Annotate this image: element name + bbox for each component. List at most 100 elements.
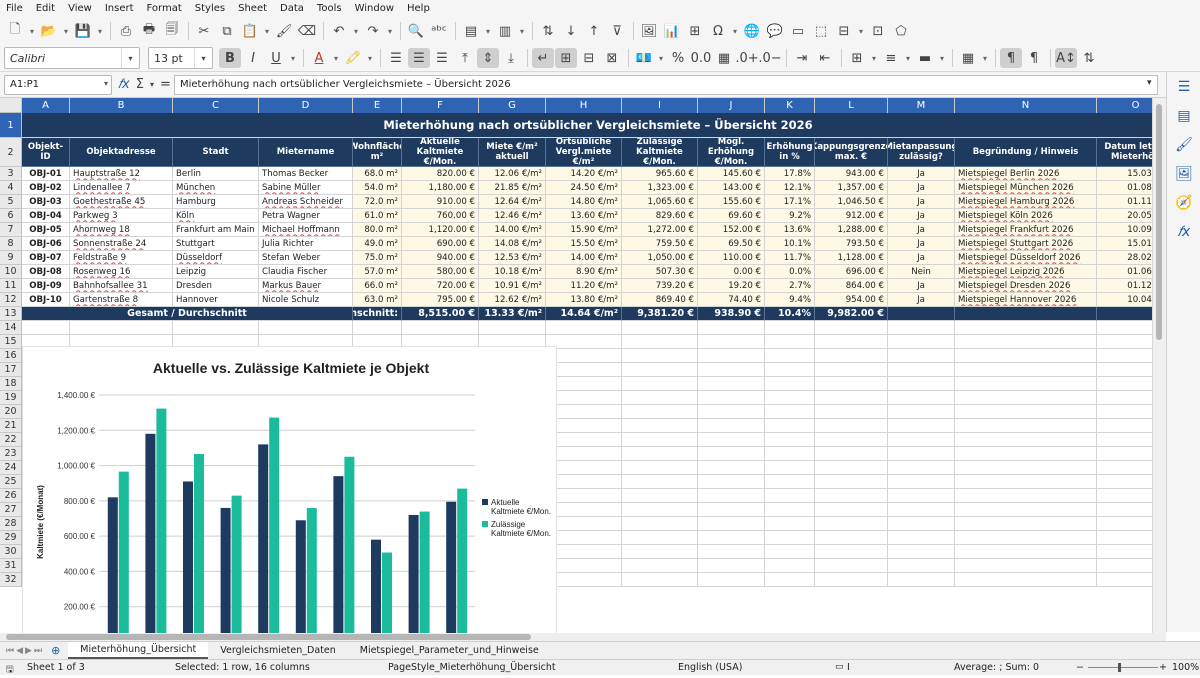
menu-item-insert[interactable]: Insert	[105, 3, 134, 14]
data-cell[interactable]: 110.00 €	[698, 251, 765, 265]
data-cell[interactable]: 72.0 m²	[353, 195, 402, 209]
data-cell[interactable]: Mietspiegel Berlin 2026	[955, 167, 1097, 181]
empty-cell[interactable]	[815, 517, 888, 531]
column-header-l[interactable]: L	[815, 98, 888, 113]
data-cell[interactable]: Ahornweg 18	[70, 223, 173, 237]
data-cell[interactable]: 15.01.202	[1097, 237, 1152, 251]
data-cell[interactable]: 10.04.202	[1097, 293, 1152, 307]
data-cell[interactable]: OBJ-02	[22, 181, 70, 195]
empty-cell[interactable]	[955, 447, 1097, 461]
row-header-8[interactable]: 8	[0, 237, 22, 251]
data-cell[interactable]: Ja	[888, 195, 955, 209]
empty-cell[interactable]	[622, 419, 698, 433]
horizontal-scrollbar[interactable]	[0, 633, 1166, 641]
data-cell[interactable]: Leipzig	[173, 265, 259, 279]
empty-cell[interactable]	[815, 363, 888, 377]
empty-cell[interactable]	[1097, 545, 1152, 559]
column-header-d[interactable]: D	[259, 98, 353, 113]
row-header-17[interactable]: 17	[0, 363, 22, 377]
data-cell[interactable]: 01.12.202	[1097, 279, 1152, 293]
empty-cell[interactable]	[765, 531, 815, 545]
row-header-21[interactable]: 21	[0, 419, 22, 433]
empty-cell[interactable]	[1097, 475, 1152, 489]
column-header-o[interactable]: O	[1097, 98, 1152, 113]
data-cell[interactable]: Mietspiegel Leipzig 2026	[955, 265, 1097, 279]
data-cell[interactable]: 28.02.202	[1097, 251, 1152, 265]
data-cell[interactable]: 13.60 €/m²	[546, 209, 622, 223]
data-cell[interactable]: Parkweg 3	[70, 209, 173, 223]
sheet-title[interactable]: Mieterhöhung nach ortsüblicher Vergleich…	[22, 113, 1152, 138]
data-cell[interactable]: 1,357.00 €	[815, 181, 888, 195]
data-cell[interactable]: 17.1%	[765, 195, 815, 209]
column-header-a[interactable]: A	[22, 98, 70, 113]
data-cell[interactable]: 864.00 €	[815, 279, 888, 293]
empty-cell[interactable]	[622, 391, 698, 405]
data-cell[interactable]: Ja	[888, 293, 955, 307]
totals-cell[interactable]: 938.90 €	[698, 307, 765, 321]
data-cell[interactable]: Mietspiegel Hamburg 2026	[955, 195, 1097, 209]
column-header-k[interactable]: K	[765, 98, 815, 113]
row-header-26[interactable]: 26	[0, 489, 22, 503]
empty-cell[interactable]	[622, 461, 698, 475]
empty-cell[interactable]	[622, 531, 698, 545]
header-cell[interactable]: Zulässige Kaltmiete €/Mon.	[622, 138, 698, 167]
data-cell[interactable]: 54.0 m²	[353, 181, 402, 195]
data-cell[interactable]: 21.85 €/m²	[479, 181, 546, 195]
data-cell[interactable]: 739.20 €	[622, 279, 698, 293]
empty-cell[interactable]	[1097, 433, 1152, 447]
empty-cell[interactable]	[765, 349, 815, 363]
left-to-right-icon[interactable]: ¶	[1000, 48, 1022, 68]
empty-cell[interactable]	[1097, 489, 1152, 503]
special-character-dropdown-icon[interactable]: ▾	[730, 21, 740, 41]
zoom-in-icon[interactable]: +	[1159, 662, 1167, 673]
redo-dropdown-icon[interactable]: ▾	[385, 21, 395, 41]
row-header-27[interactable]: 27	[0, 503, 22, 517]
split-window-icon[interactable]: ⊡	[867, 21, 889, 41]
menu-item-tools[interactable]: Tools	[317, 3, 342, 14]
menu-item-edit[interactable]: Edit	[36, 3, 55, 14]
empty-cell[interactable]	[22, 321, 70, 335]
gallery-icon[interactable]: 🖼	[1167, 159, 1200, 188]
row-header-11[interactable]: 11	[0, 279, 22, 293]
data-cell[interactable]: OBJ-09	[22, 279, 70, 293]
data-cell[interactable]: 49.0 m²	[353, 237, 402, 251]
empty-cell[interactable]	[1097, 531, 1152, 545]
tab-mietspiegel-parameter[interactable]: Mietspiegel_Parameter_und_Hinweise	[348, 642, 551, 659]
empty-cell[interactable]	[955, 419, 1097, 433]
empty-cell[interactable]	[888, 531, 955, 545]
new-document-icon[interactable]: 🗋	[4, 21, 26, 41]
empty-cell[interactable]	[888, 433, 955, 447]
data-cell[interactable]: 795.00 €	[402, 293, 479, 307]
header-cell[interactable]: Stadt	[173, 138, 259, 167]
data-cell[interactable]: Ja	[888, 181, 955, 195]
zoom-out-icon[interactable]: −	[1076, 662, 1084, 673]
column-header-b[interactable]: B	[70, 98, 173, 113]
borders-dropdown-icon[interactable]: ▾	[869, 48, 879, 68]
data-cell[interactable]: Dresden	[173, 279, 259, 293]
data-cell[interactable]: Frankfurt am Main	[173, 223, 259, 237]
empty-cell[interactable]	[955, 545, 1097, 559]
menu-item-data[interactable]: Data	[280, 3, 304, 14]
data-cell[interactable]: 01.11.202	[1097, 195, 1152, 209]
empty-cell[interactable]	[765, 335, 815, 349]
header-cell[interactable]: Wohnfläche m²	[353, 138, 402, 167]
data-cell[interactable]: 11.7%	[765, 251, 815, 265]
empty-cell[interactable]	[815, 545, 888, 559]
menu-item-file[interactable]: File	[6, 3, 23, 14]
conditional-format-icon[interactable]: ▦	[957, 48, 979, 68]
empty-cell[interactable]	[698, 405, 765, 419]
currency-format-icon[interactable]: 💶	[633, 48, 655, 68]
totals-cell[interactable]: 9,982.00 €	[815, 307, 888, 321]
empty-cell[interactable]	[1097, 391, 1152, 405]
font-name-combo[interactable]: Calibri ▾	[4, 47, 140, 69]
data-cell[interactable]: 10.91 €/m²	[479, 279, 546, 293]
menu-item-styles[interactable]: Styles	[195, 3, 225, 14]
data-cell[interactable]: 61.0 m²	[353, 209, 402, 223]
empty-cell[interactable]	[765, 475, 815, 489]
underline-icon[interactable]: U	[265, 48, 287, 68]
empty-cell[interactable]	[698, 363, 765, 377]
data-cell[interactable]: 829.60 €	[622, 209, 698, 223]
menu-item-window[interactable]: Window	[355, 3, 394, 14]
data-cell[interactable]: 1,065.60 €	[622, 195, 698, 209]
data-cell[interactable]: 696.00 €	[815, 265, 888, 279]
